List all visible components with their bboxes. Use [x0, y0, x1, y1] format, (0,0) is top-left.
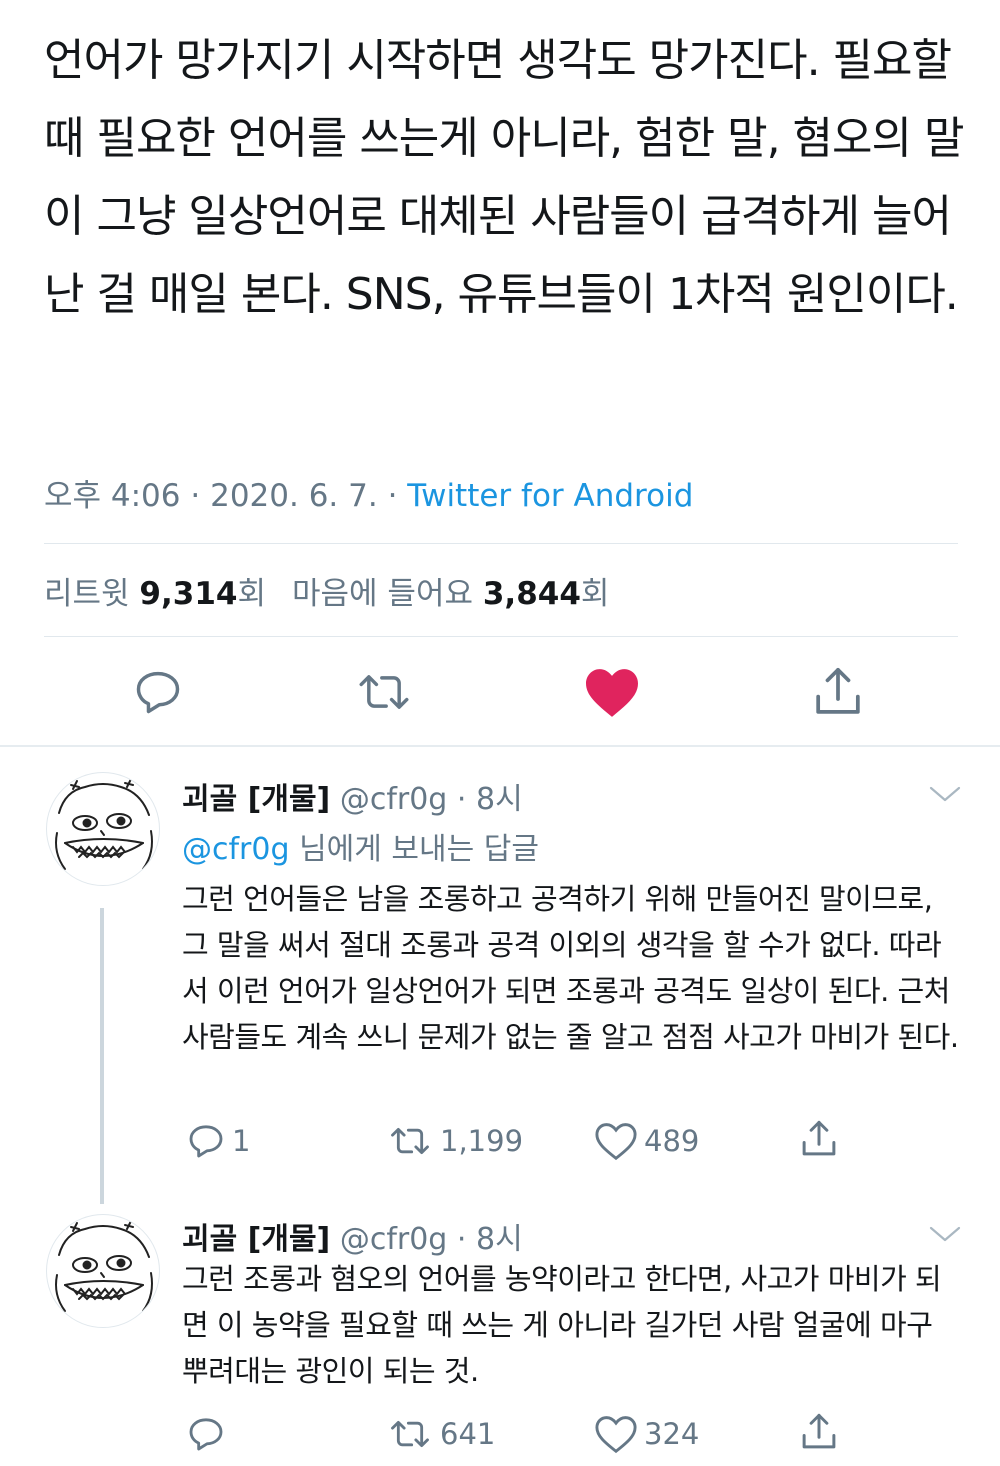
share-button[interactable]	[798, 1117, 846, 1161]
author-handle[interactable]: @cfr0g	[340, 1222, 448, 1257]
retweets-label: 리트윗	[44, 576, 130, 612]
author-name[interactable]: 괴골 [개물]	[182, 782, 330, 817]
avatar-doodle-image	[55, 778, 153, 870]
retweets-suffix: 회	[237, 576, 267, 612]
replying-to-handle[interactable]: @cfr0g	[182, 832, 290, 867]
like-button[interactable]	[580, 660, 644, 724]
like-count: 489	[644, 1124, 700, 1158]
reply-icon	[189, 1125, 223, 1158]
retweet-button[interactable]: 641	[386, 1412, 495, 1456]
likes-suffix: 회	[580, 576, 610, 612]
reply-button[interactable]	[126, 660, 190, 724]
section-divider	[0, 745, 1000, 747]
avatar-doodle-image	[55, 1220, 153, 1312]
chevron-down-icon[interactable]	[928, 1222, 962, 1246]
like-button[interactable]: 324	[594, 1412, 699, 1456]
chevron-down-icon[interactable]	[928, 782, 962, 806]
retweet-icon	[359, 675, 409, 709]
author-handle[interactable]: @cfr0g	[340, 782, 448, 817]
reply-time[interactable]: 8시	[476, 782, 523, 817]
retweet-count: 641	[440, 1417, 496, 1451]
tweet-meta: 오후 4:06 · 2020. 6. 7. · Twitter for Andr…	[44, 470, 693, 515]
reply-text: 그런 조롱과 혐오의 언어를 농약이라고 한다면, 사고가 마비가 되면 이 농…	[182, 1262, 942, 1388]
avatar[interactable]	[46, 772, 160, 886]
reply-button[interactable]: 1	[186, 1119, 250, 1163]
replying-to-text: 님에게 보내는 답글	[299, 832, 539, 867]
replying-to: @cfr0g 님에게 보내는 답글	[182, 824, 539, 868]
tweet-date: 2020. 6. 7.	[210, 478, 378, 514]
meta-separator: ·	[456, 1222, 467, 1257]
author-name[interactable]: 괴골 [개물]	[182, 1222, 330, 1257]
divider	[44, 636, 958, 637]
thread-line	[100, 908, 104, 1204]
likes-stat[interactable]: 마음에 들어요 3,844회	[292, 576, 609, 612]
tweet-time: 오후 4:06	[44, 478, 181, 514]
reply-header: 괴골 [개물] @cfr0g · 8시	[182, 774, 523, 818]
heart-icon	[586, 669, 638, 717]
like-count: 324	[644, 1417, 700, 1451]
meta-separator: ·	[456, 782, 467, 817]
retweet-button[interactable]	[352, 660, 416, 724]
tweet-source-link[interactable]: Twitter for Android	[407, 478, 693, 514]
heart-icon	[595, 1416, 637, 1454]
meta-separator: ·	[387, 478, 398, 514]
likes-label: 마음에 들어요	[292, 576, 473, 612]
retweets-count: 9,314	[139, 576, 238, 612]
retweet-button[interactable]: 1,199	[386, 1119, 523, 1163]
reply-count: 1	[232, 1124, 251, 1158]
reply-icon	[136, 671, 180, 714]
tweet-text: 언어가 망가지기 시작하면 생각도 망가진다. 필요할 때 필요한 언어를 쓰는…	[44, 35, 964, 320]
share-button[interactable]	[806, 660, 870, 724]
avatar[interactable]	[46, 1214, 160, 1328]
heart-icon	[595, 1123, 637, 1161]
tweet-action-bar	[0, 660, 1000, 724]
meta-separator: ·	[190, 478, 201, 514]
retweet-count: 1,199	[440, 1124, 524, 1158]
reply-time[interactable]: 8시	[476, 1222, 523, 1257]
reply-text: 그런 언어들은 남을 조롱하고 공격하기 위해 만들어진 말이므로, 그 말을 …	[182, 882, 959, 1054]
reply-button[interactable]	[186, 1412, 232, 1456]
reply-header: 괴골 [개물] @cfr0g · 8시	[182, 1214, 523, 1258]
divider	[44, 543, 958, 544]
reply-icon	[189, 1418, 223, 1451]
share-icon	[802, 1413, 836, 1449]
share-button[interactable]	[798, 1410, 846, 1454]
like-button[interactable]: 489	[594, 1119, 699, 1163]
share-icon	[802, 1120, 836, 1156]
retweet-icon	[391, 1420, 429, 1448]
tweet-stats: 리트윗 9,314회 마음에 들어요 3,844회	[44, 568, 609, 613]
retweet-icon	[391, 1127, 429, 1155]
share-icon	[816, 667, 860, 714]
likes-count: 3,844	[482, 576, 581, 612]
retweets-stat[interactable]: 리트윗 9,314회	[44, 576, 266, 612]
